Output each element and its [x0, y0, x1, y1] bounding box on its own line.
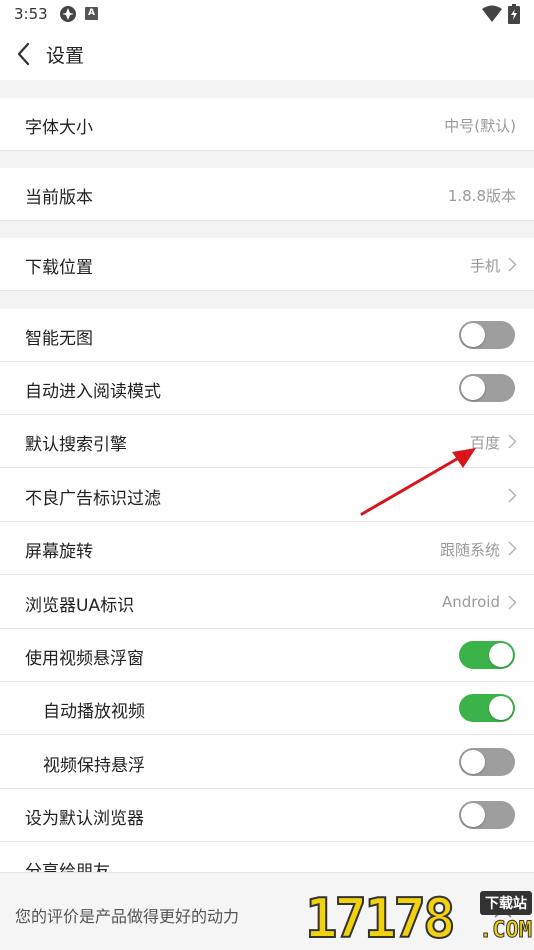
setting-browser-ua[interactable]: 浏览器UA标识 Android	[0, 576, 534, 629]
setting-label: 不良广告标识过滤	[25, 489, 161, 509]
setting-autoplay-video: 自动播放视频	[0, 682, 534, 735]
setting-label: 自动进入阅读模式	[25, 382, 161, 402]
setting-font-size[interactable]: 字体大小 中号(默认)	[0, 98, 534, 151]
setting-share-to-friends[interactable]: 分享给朋友	[0, 843, 534, 873]
default-browser-toggle[interactable]	[459, 801, 515, 829]
setting-video-floating-window: 使用视频悬浮窗	[0, 629, 534, 682]
wifi-icon	[482, 5, 502, 22]
setting-label: 当前版本	[25, 188, 93, 208]
chevron-right-icon	[508, 595, 517, 610]
toggle-knob	[461, 803, 485, 827]
battery-charging-icon	[508, 4, 520, 24]
setting-label: 使用视频悬浮窗	[25, 649, 144, 669]
setting-value: 手机	[469, 257, 500, 275]
toggle-knob	[461, 750, 485, 774]
toggle-knob	[489, 696, 513, 720]
setting-label: 字体大小	[25, 118, 93, 138]
section-divider	[0, 151, 534, 168]
setting-label: 默认搜索引擎	[25, 435, 127, 455]
watermark-number: 17178	[304, 887, 457, 950]
setting-label: 屏幕旋转	[25, 542, 93, 562]
chevron-right-icon	[508, 541, 517, 556]
setting-label: 智能无图	[25, 329, 93, 349]
video-floating-window-toggle[interactable]	[459, 641, 515, 669]
setting-smart-no-image: 智能无图	[0, 309, 534, 362]
section-divider	[0, 291, 534, 309]
setting-label: 下载位置	[25, 258, 93, 278]
watermark-logo: 17178 下载站 .COM	[304, 887, 534, 950]
status-time: 3:53	[14, 5, 48, 23]
setting-download-location[interactable]: 下载位置 手机	[0, 238, 534, 291]
auto-reading-mode-toggle[interactable]	[459, 374, 515, 402]
setting-label: 设为默认浏览器	[25, 809, 144, 829]
smart-no-image-toggle[interactable]	[459, 321, 515, 349]
annotation-arrow-icon	[360, 448, 476, 516]
app-header: 设置	[0, 28, 534, 80]
chevron-right-icon	[508, 434, 517, 449]
section-divider	[0, 80, 534, 98]
chevron-right-icon	[508, 257, 517, 272]
toggle-knob	[461, 376, 485, 400]
setting-value: Android	[442, 593, 500, 611]
section-divider	[0, 221, 534, 238]
watermark-domain: .COM	[479, 918, 533, 944]
page-title: 设置	[46, 45, 85, 67]
app-badge-icon: A	[85, 7, 98, 20]
back-arrow-icon[interactable]	[8, 38, 40, 70]
keep-video-floating-toggle[interactable]	[459, 748, 515, 776]
toggle-knob	[461, 323, 485, 347]
setting-screen-rotation[interactable]: 屏幕旋转 跟随系统	[0, 522, 534, 575]
setting-value: 中号(默认)	[444, 117, 516, 135]
setting-value: 跟随系统	[439, 541, 500, 559]
setting-label: 分享给朋友	[25, 862, 110, 873]
setting-current-version[interactable]: 当前版本 1.8.8版本	[0, 168, 534, 221]
setting-default-browser: 设为默认浏览器	[0, 789, 534, 842]
app-notification-icon	[60, 6, 76, 22]
status-bar: 3:53 A	[0, 0, 534, 28]
chevron-right-icon	[508, 488, 517, 503]
watermark-badge: 下载站	[480, 891, 532, 915]
rating-prompt-text: 您的评价是产品做得更好的动力	[15, 907, 240, 926]
setting-value: 1.8.8版本	[447, 187, 516, 205]
setting-label: 视频保持悬浮	[43, 756, 145, 776]
toggle-knob	[489, 643, 513, 667]
setting-label: 浏览器UA标识	[25, 596, 135, 616]
setting-keep-video-floating: 视频保持悬浮	[0, 736, 534, 789]
autoplay-video-toggle[interactable]	[459, 694, 515, 722]
setting-auto-reading-mode: 自动进入阅读模式	[0, 362, 534, 415]
setting-label: 自动播放视频	[43, 702, 145, 722]
